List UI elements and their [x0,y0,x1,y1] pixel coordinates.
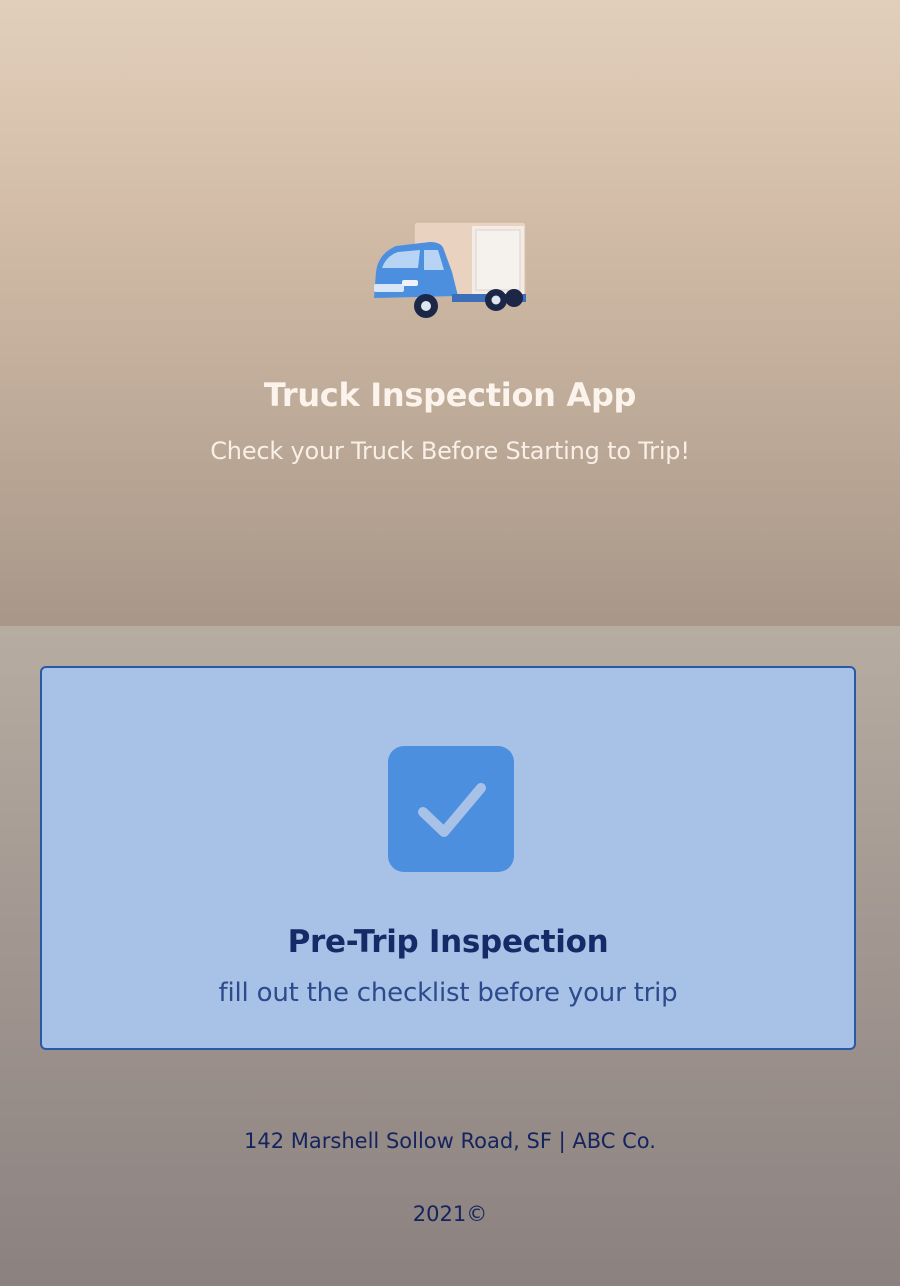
checkmark-glyph [418,783,486,837]
footer-copyright: 2021© [412,1202,488,1226]
truck-inspection-home: Truck Inspection App Check your Truck Be… [0,0,900,1286]
delivery-truck-icon [374,221,527,318]
hero-header: Truck Inspection App Check your Truck Be… [0,0,900,626]
card-title: Pre-Trip Inspection [287,924,609,960]
footer-address: 142 Marshell Sollow Road, SF | ABC Co. [244,1129,656,1153]
app-subtitle: Check your Truck Before Starting to Trip… [210,437,690,465]
pre-trip-inspection-card[interactable]: Pre-Trip Inspection fill out the checkli… [40,666,856,1050]
card-subtitle: fill out the checklist before your trip [218,978,678,1008]
app-title: Truck Inspection App [263,376,637,414]
main-content: Pre-Trip Inspection fill out the checkli… [0,626,900,1286]
checkmark-icon [388,746,514,872]
